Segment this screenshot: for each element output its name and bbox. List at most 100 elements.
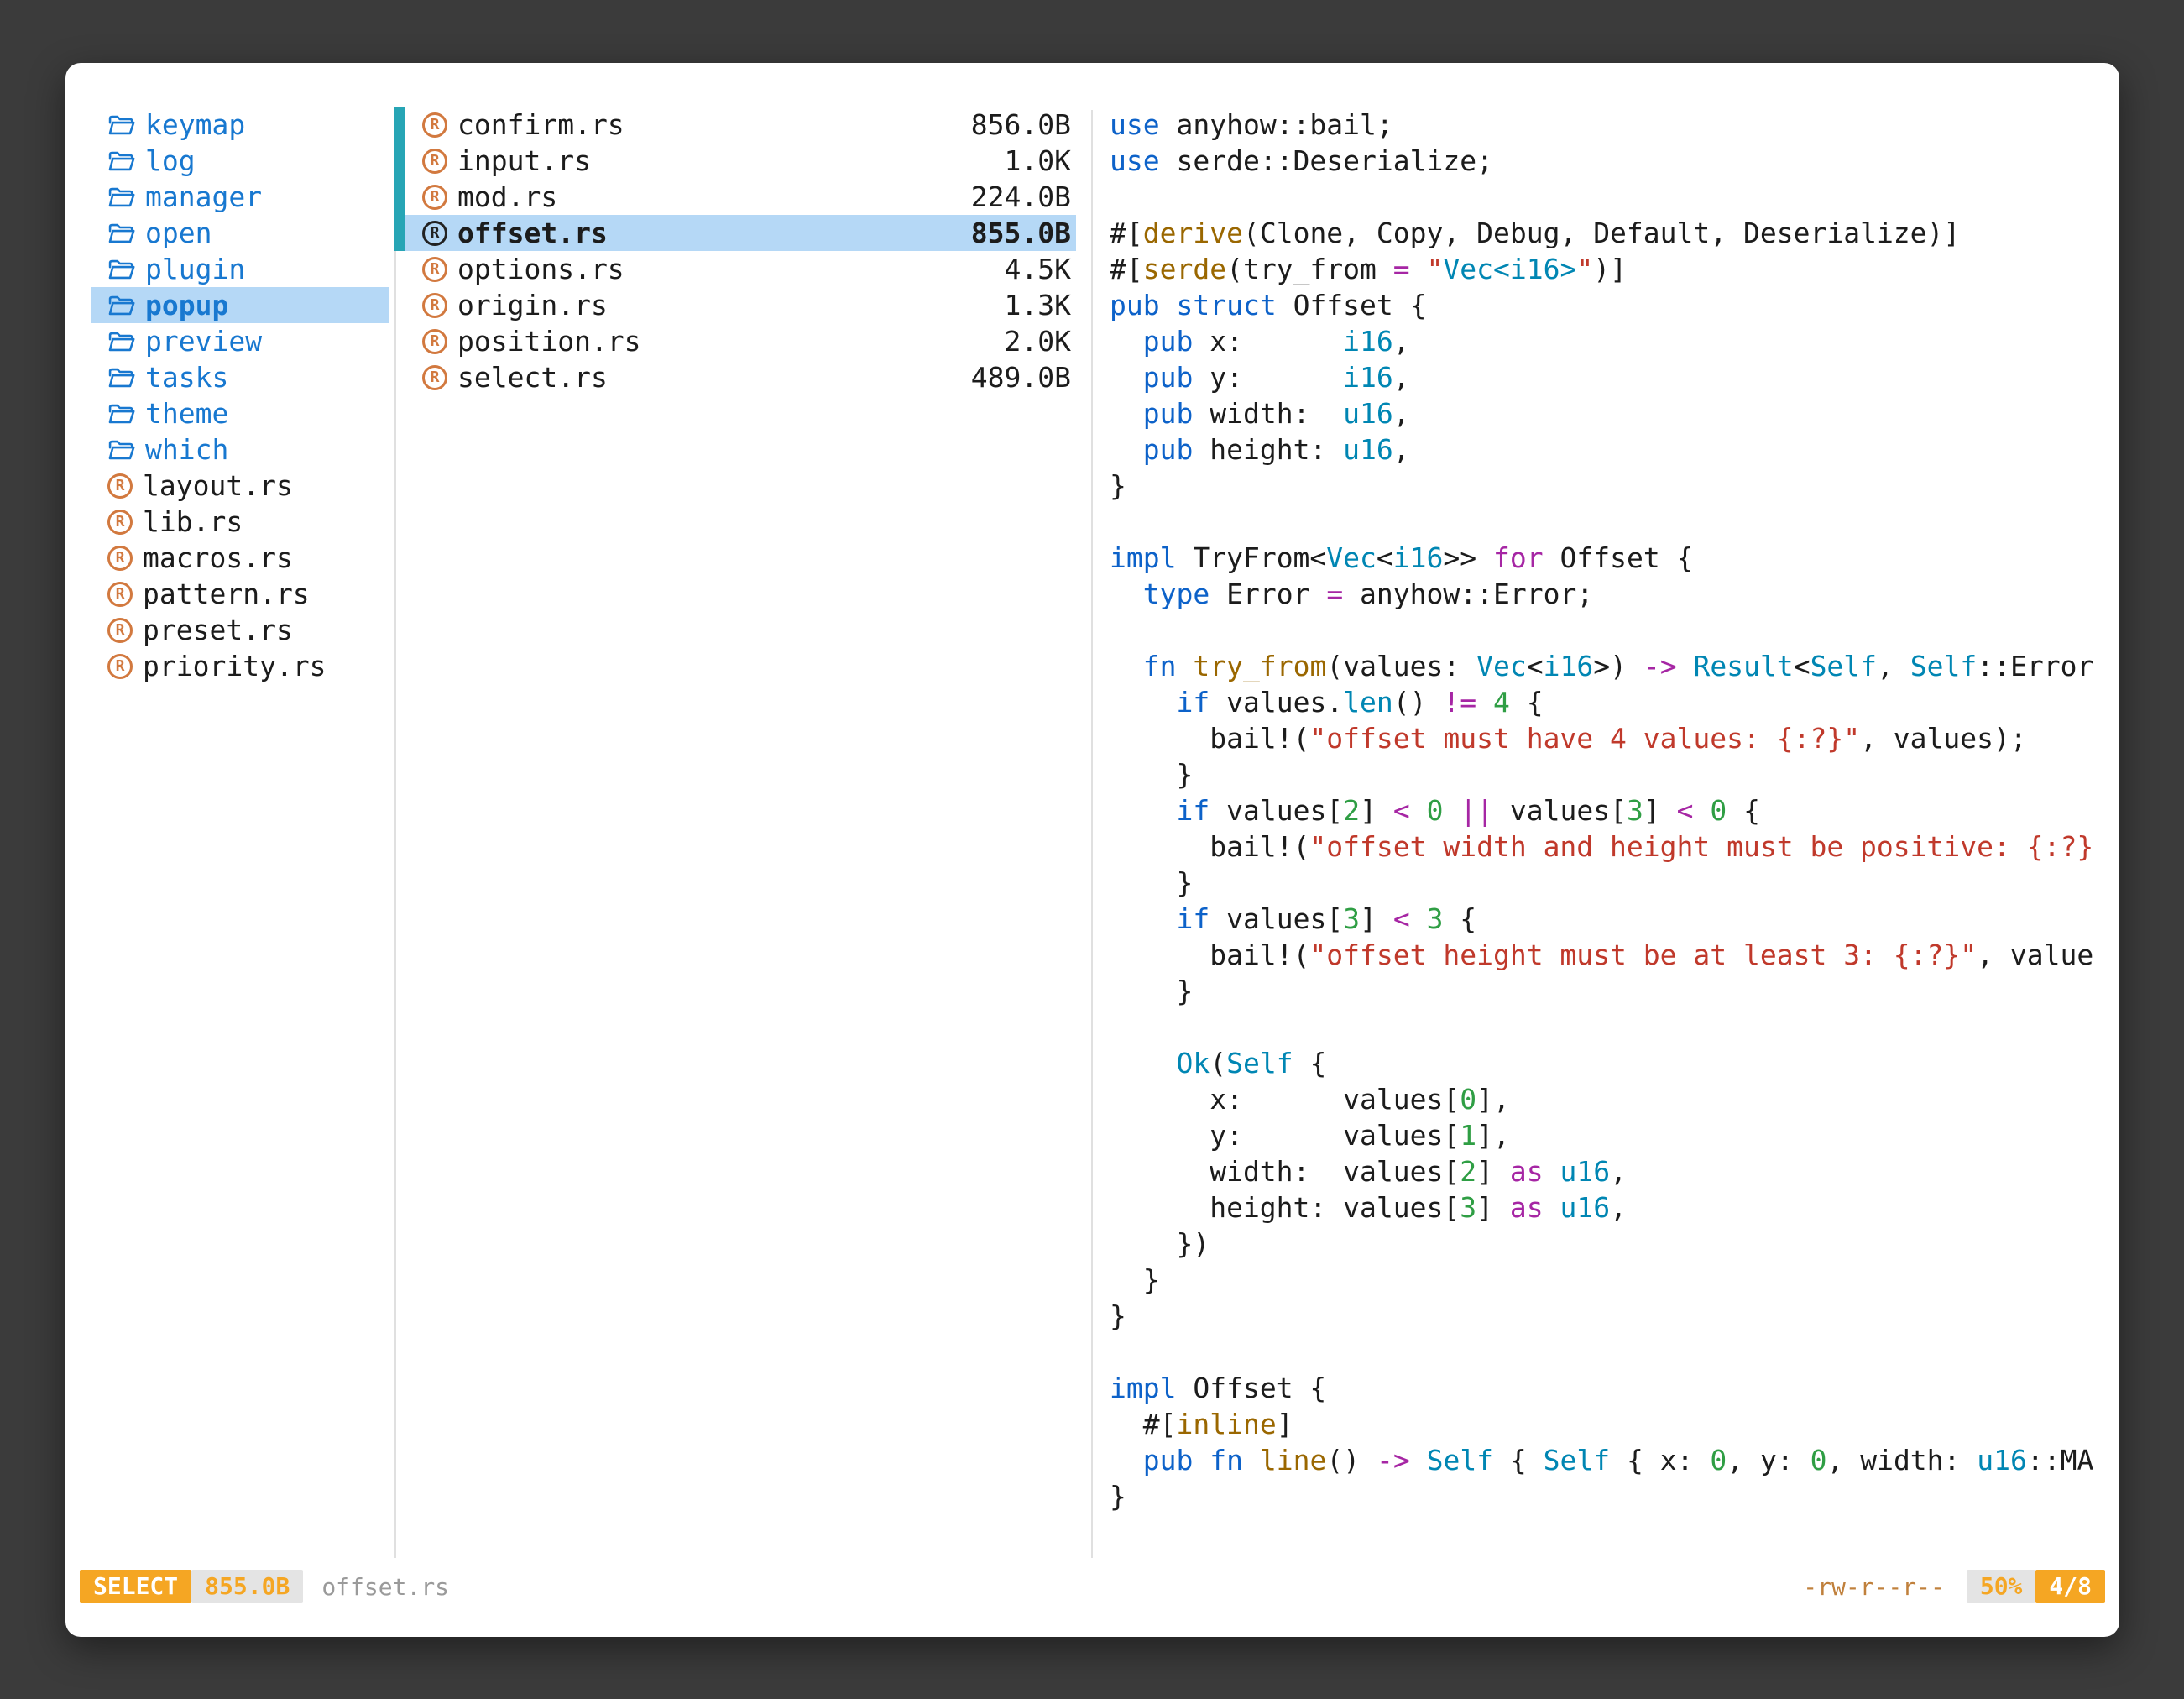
entry-name: pattern.rs (143, 578, 310, 610)
entry-name: mod.rs (457, 180, 557, 213)
rust-file-icon: R (422, 112, 447, 138)
entry-name: offset.rs (457, 217, 608, 249)
code-line: }) (1110, 1226, 2096, 1262)
code-line: } (1110, 1262, 2096, 1298)
dir-entry-manager[interactable]: manager (91, 179, 389, 215)
code-line (1110, 1009, 2096, 1045)
entry-size: 2.0K (1005, 325, 1071, 358)
rust-file-icon: R (107, 618, 133, 643)
code-line (1110, 504, 2096, 540)
dir-entry-preview[interactable]: preview (91, 323, 389, 359)
entry-name: options.rs (457, 253, 624, 285)
code-line: pub y: i16, (1110, 359, 2096, 395)
cursor-position-badge: 4/8 (2035, 1570, 2105, 1603)
rust-file-icon: R (107, 582, 133, 607)
entry-size: 1.3K (1005, 289, 1071, 322)
entry-name: preset.rs (143, 614, 293, 646)
code-line: } (1110, 468, 2096, 504)
file-entry-input.rs[interactable]: Rinput.rs1.0K (400, 143, 1076, 179)
dir-entry-log[interactable]: log (91, 143, 389, 179)
code-view: use anyhow::bail;use serde::Deserialize;… (1091, 107, 2096, 1531)
file-entry-origin.rs[interactable]: Rorigin.rs 1.3K (400, 287, 1076, 323)
folder-open-icon (107, 258, 135, 281)
dir-entry-plugin[interactable]: plugin (91, 251, 389, 287)
entry-size: 224.0B (971, 180, 1071, 213)
folder-open-icon (107, 438, 135, 462)
file-entry-options.rs[interactable]: Roptions.rs 4.5K (400, 251, 1076, 287)
entry-name: manager (145, 180, 262, 213)
file-permissions: -rw-r--r-- (1803, 1573, 1945, 1601)
code-line: } (1110, 1478, 2096, 1514)
current-panel-list: Rconfirm.rs 856.0B Rinput.rs 1.0K Rmod.rs 224… (394, 107, 1091, 395)
file-entry-priority.rs[interactable]: Rpriority.rs (91, 648, 389, 684)
code-line (1110, 612, 2096, 648)
file-entry-position.rs[interactable]: Rposition.rs2.0K (400, 323, 1076, 359)
entry-size: 855.0B (971, 217, 1071, 249)
code-line: bail!("offset width and height must be p… (1110, 829, 2096, 865)
dir-entry-open[interactable]: open (91, 215, 389, 251)
folder-open-icon (107, 113, 135, 137)
entry-name: macros.rs (143, 541, 293, 574)
code-line: fn try_from(values: Vec<i16>) -> Result<… (1110, 648, 2096, 684)
parent-panel: keymaplogmanager openpluginpopuppreviewta… (91, 107, 389, 684)
file-entry-lib.rs[interactable]: Rlib.rs (91, 504, 389, 540)
file-size-badge: 855.0B (191, 1570, 303, 1603)
folder-open-icon (107, 149, 135, 173)
code-line: #[serde(try_from = "Vec<i16>")] (1110, 251, 2096, 287)
entry-size: 856.0B (971, 108, 1071, 141)
code-line (1110, 179, 2096, 215)
entry-name: open (145, 217, 212, 249)
entry-name: select.rs (457, 361, 608, 394)
rust-file-icon: R (422, 365, 447, 390)
code-line: } (1110, 973, 2096, 1009)
rust-file-icon: R (107, 654, 133, 679)
entry-size: 489.0B (971, 361, 1071, 394)
file-entry-pattern.rs[interactable]: Rpattern.rs (91, 576, 389, 612)
entry-name: origin.rs (457, 289, 608, 322)
folder-open-icon (107, 186, 135, 209)
folder-open-icon (107, 222, 135, 245)
entry-name: keymap (145, 108, 245, 141)
entry-name: preview (145, 325, 262, 358)
scroll-percent-badge: 50% (1967, 1570, 2036, 1603)
folder-open-icon (107, 402, 135, 426)
code-line: impl TryFrom<Vec<i16>> for Offset { (1110, 540, 2096, 576)
code-line: if values[2] < 0 || values[3] < 0 { (1110, 792, 2096, 829)
dir-entry-keymap[interactable]: keymap (91, 107, 389, 143)
dir-entry-which[interactable]: which (91, 431, 389, 468)
file-entry-preset.rs[interactable]: Rpreset.rs (91, 612, 389, 648)
code-line: if values.len() != 4 { (1110, 684, 2096, 720)
rust-file-icon: R (422, 293, 447, 318)
scroll-indicator[interactable] (394, 107, 405, 251)
entry-name: confirm.rs (457, 108, 624, 141)
file-entry-offset.rs[interactable]: Roffset.rs855.0B (400, 215, 1076, 251)
code-line: } (1110, 756, 2096, 792)
code-line: #[inline] (1110, 1406, 2096, 1442)
entry-name: log (145, 144, 196, 177)
folder-open-icon (107, 330, 135, 353)
file-entry-select.rs[interactable]: Rselect.rs 489.0B (400, 359, 1076, 395)
entry-name: input.rs (457, 144, 591, 177)
code-line: height: values[3] as u16, (1110, 1189, 2096, 1226)
rust-file-icon: R (422, 185, 447, 210)
dir-entry-popup[interactable]: popup (91, 287, 389, 323)
dir-entry-theme[interactable]: theme (91, 395, 389, 431)
code-line: if values[3] < 3 { (1110, 901, 2096, 937)
code-line (1110, 1334, 2096, 1370)
code-line: impl Offset { (1110, 1370, 2096, 1406)
code-line: bail!("offset must have 4 values: {:?}",… (1110, 720, 2096, 756)
file-entry-layout.rs[interactable]: Rlayout.rs (91, 468, 389, 504)
dir-entry-tasks[interactable]: tasks (91, 359, 389, 395)
entry-size: 1.0K (1005, 144, 1071, 177)
file-entry-mod.rs[interactable]: Rmod.rs 224.0B (400, 179, 1076, 215)
entry-name: layout.rs (143, 469, 293, 502)
entry-name: position.rs (457, 325, 641, 358)
entry-name: lib.rs (143, 505, 243, 538)
rust-file-icon: R (107, 546, 133, 571)
entry-size: 4.5K (1005, 253, 1071, 285)
file-entry-macros.rs[interactable]: Rmacros.rs (91, 540, 389, 576)
file-entry-confirm.rs[interactable]: Rconfirm.rs 856.0B (400, 107, 1076, 143)
code-line: pub width: u16, (1110, 395, 2096, 431)
code-line: bail!("offset height must be at least 3:… (1110, 937, 2096, 973)
rust-file-icon: R (422, 257, 447, 282)
